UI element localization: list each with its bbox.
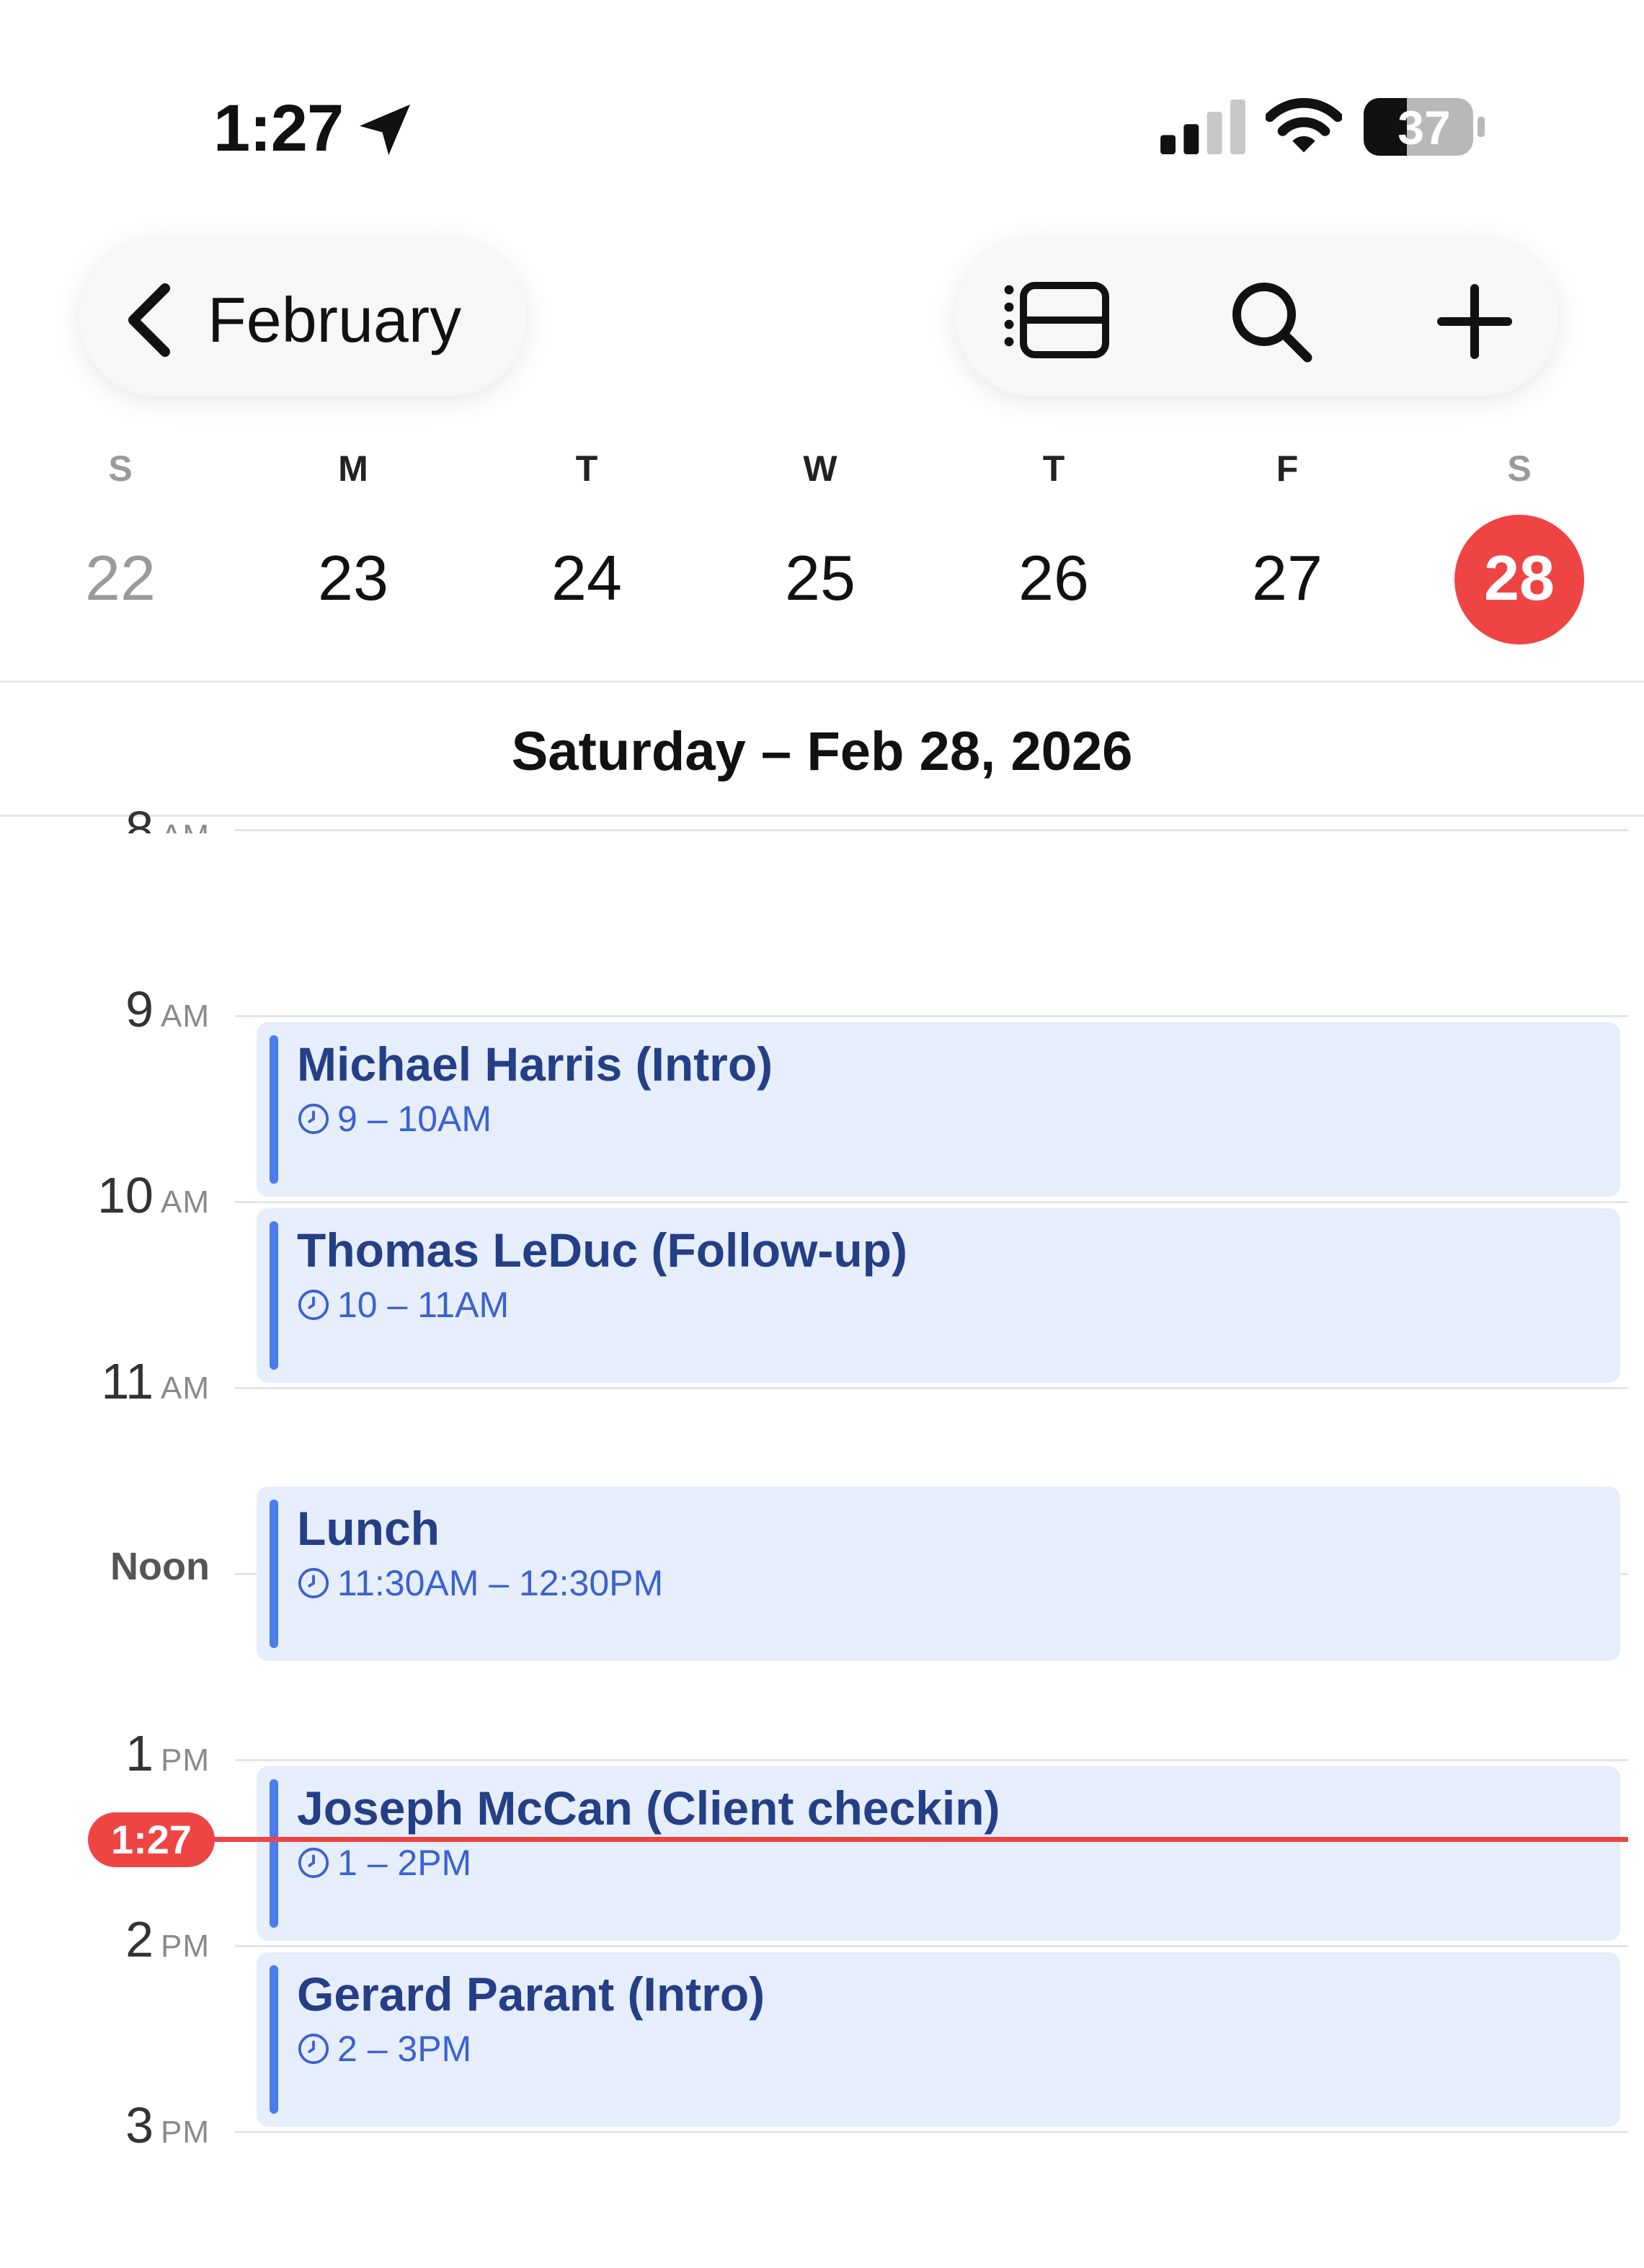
hour-label-8am: 8AM [125,801,209,833]
event-time: 10 – 11AM [297,1283,509,1326]
hour-label-11am: 11 AM [101,1353,210,1409]
event-color-bar [270,1035,278,1184]
hour-label-noon: Noon [110,1545,210,1588]
search-icon[interactable] [1230,280,1313,363]
day-28-today[interactable]: 28 [1447,542,1591,614]
hour-label-2pm: 2 PM [125,1911,210,1967]
hour-line-9am [235,1015,1628,1017]
event-time: 1 – 2PM [297,1841,471,1884]
event-time: 2 – 3PM [297,2027,471,2070]
event-lunch[interactable]: Lunch 11:30AM – 12:30PM [257,1487,1620,1661]
status-time: 1:27 [213,92,344,165]
week-divider [0,681,1644,683]
event-joseph-mccan[interactable]: Joseph McCan (Client checkin) 1 – 2PM [257,1766,1620,1941]
heading-divider [0,815,1644,817]
day-24[interactable]: 24 [515,542,659,614]
wifi-icon [1266,98,1342,153]
event-title: Gerard Parant (Intro) [297,1967,765,2021]
back-label: February [208,284,462,355]
clock-icon [298,2033,329,2065]
event-thomas-leduc[interactable]: Thomas LeDuc (Follow-up) 10 – 11AM [257,1208,1620,1383]
weekday-sun: S [108,448,133,489]
event-title: Thomas LeDuc (Follow-up) [297,1223,907,1277]
current-time-line [209,1837,1628,1842]
list-view-icon[interactable] [1003,281,1110,359]
location-arrow-icon [360,105,410,155]
hour-label-10am: 10 AM [97,1167,210,1223]
event-title: Michael Harris (Intro) [297,1037,773,1091]
current-time-badge: 1:27 [88,1812,215,1867]
battery-level: 37 [1398,101,1451,154]
weekday-thu: T [1042,448,1065,489]
hour-line-3pm [235,2131,1628,2133]
weekday-wed: W [803,448,837,489]
weekday-sat: S [1507,448,1532,489]
day-22[interactable]: 22 [48,542,192,614]
clock-icon [298,1567,329,1599]
event-gerard-parant[interactable]: Gerard Parant (Intro) 2 – 3PM [257,1952,1620,2127]
day-23[interactable]: 23 [281,542,425,614]
hour-line-2pm [235,1945,1628,1947]
cellular-signal-icon [1160,99,1245,154]
hour-label-9am: 9 AM [125,981,210,1037]
hour-line-10am [235,1201,1628,1203]
hour-line-1pm [235,1759,1628,1761]
event-time: 11:30AM – 12:30PM [297,1562,663,1605]
add-event-icon[interactable] [1437,284,1512,359]
weekday-mon: M [338,448,368,489]
event-color-bar [270,1221,278,1370]
event-michael-harris[interactable]: Michael Harris (Intro) 9 – 10AM [257,1022,1620,1197]
clock-icon [298,1847,329,1879]
clock-icon [298,1103,329,1135]
day-26[interactable]: 26 [982,542,1126,614]
day-27[interactable]: 27 [1215,542,1359,614]
event-color-bar [270,1500,278,1648]
hour-label-1pm: 1 PM [125,1725,210,1781]
day-25[interactable]: 25 [748,542,892,614]
event-time: 9 – 10AM [297,1097,492,1140]
event-title: Lunch [297,1502,440,1555]
event-color-bar [270,1965,278,2114]
hour-label-3pm: 3 PM [125,2097,210,2153]
event-title: Joseph McCan (Client checkin) [297,1781,1000,1835]
hour-line-8am [235,829,1628,831]
weekday-fri: F [1276,448,1299,489]
clock-icon [298,1289,329,1321]
weekday-tue: T [575,448,598,489]
event-color-bar [270,1779,278,1928]
selected-date-heading: Saturday – Feb 28, 2026 [511,721,1133,782]
hour-line-11am [235,1387,1628,1389]
chevron-left-icon [128,283,170,357]
